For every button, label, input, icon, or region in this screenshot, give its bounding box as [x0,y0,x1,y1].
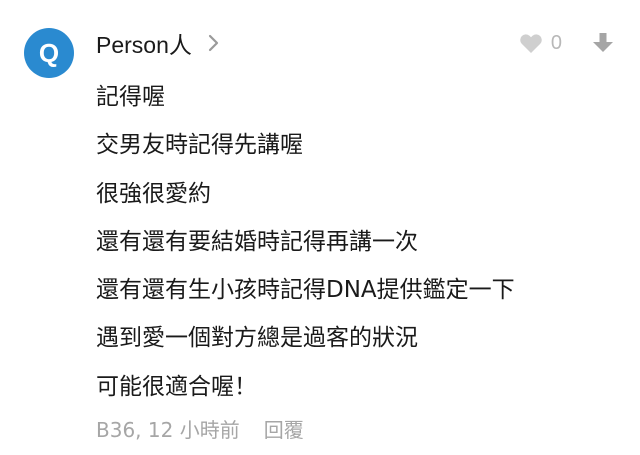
like-count: 0 [550,31,562,54]
avatar-letter: Q [38,37,60,68]
comment-footer: B36, 12 小時前 回覆 [96,414,304,443]
comment-actions: 0 [519,26,614,60]
comment-line: 記得喔 [96,84,165,110]
comment-header: Person人 [96,26,226,60]
comment-line: 還有還有要結婚時記得再講一次 [96,228,418,255]
comment-line: 遇到愛一個對方總是過客的狀況 [96,325,418,352]
avatar[interactable]: Q [24,28,74,78]
comment-body: 記得喔 交男友時記得先講喔 很強很愛約 還有還有要結婚時記得再講一次 還有還有生… [96,73,515,411]
like-button[interactable]: 0 [519,32,562,55]
author-name[interactable]: Person人 [96,26,192,60]
heart-icon [519,32,543,54]
comment-line: 很強很愛約 [96,180,211,207]
comment-line: 交男友時記得先講喔 [96,132,303,159]
comment-line: 還有還有生小孩時記得DNA提供鑑定一下 [96,277,515,304]
arrow-down-icon[interactable] [592,31,614,55]
comment-line: 可能很適合喔！ [96,373,257,400]
comment-card: Q Person人 0 記得喔 交男友時記得先講喔 很強很愛約 還有還有要結婚時… [0,0,640,455]
chevron-right-icon[interactable] [208,32,226,54]
reply-button[interactable]: 回覆 [264,414,304,443]
comment-meta: B36, 12 小時前 [96,418,240,442]
